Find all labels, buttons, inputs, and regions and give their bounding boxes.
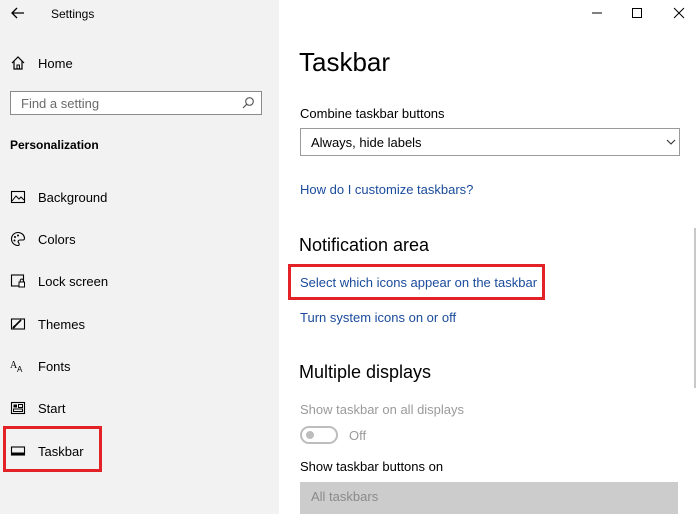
close-icon[interactable] bbox=[670, 4, 688, 22]
toggle-state-label: Off bbox=[349, 428, 367, 443]
svg-text:A: A bbox=[17, 365, 23, 374]
sidebar-item-lock-screen[interactable]: Lock screen bbox=[10, 270, 108, 292]
customize-taskbars-link[interactable]: How do I customize taskbars? bbox=[300, 182, 473, 197]
sidebar: Settings Home Find a setting Personaliza… bbox=[0, 0, 279, 514]
sidebar-item-label: Colors bbox=[38, 231, 76, 247]
app-title: Settings bbox=[51, 7, 95, 21]
search-placeholder: Find a setting bbox=[21, 96, 100, 111]
buttons-on-dropdown[interactable]: All taskbars bbox=[300, 482, 678, 514]
sidebar-item-label: Background bbox=[38, 189, 108, 205]
home-icon bbox=[11, 56, 25, 70]
toggle-knob bbox=[306, 431, 314, 439]
themes-icon bbox=[10, 318, 26, 330]
sidebar-item-label: Home bbox=[38, 55, 73, 71]
notification-area-heading: Notification area bbox=[299, 235, 430, 255]
sidebar-item-colors[interactable]: Colors bbox=[10, 228, 76, 250]
page-title: Taskbar bbox=[299, 47, 391, 77]
chevron-down-icon bbox=[666, 139, 676, 145]
back-arrow-icon[interactable] bbox=[10, 5, 26, 21]
search-input[interactable]: Find a setting bbox=[10, 91, 262, 115]
picture-icon bbox=[10, 190, 26, 204]
show-all-displays-toggle[interactable] bbox=[300, 426, 338, 444]
sidebar-item-background[interactable]: Background bbox=[10, 186, 107, 208]
maximize-icon[interactable] bbox=[628, 4, 646, 22]
sidebar-item-themes[interactable]: Themes bbox=[10, 313, 85, 335]
buttons-on-label: Show taskbar buttons on bbox=[300, 459, 444, 474]
combine-value: Always, hide labels bbox=[311, 135, 422, 150]
sidebar-item-start[interactable]: Start bbox=[10, 397, 65, 419]
combine-dropdown[interactable]: Always, hide labels bbox=[300, 128, 680, 156]
lock-screen-icon bbox=[10, 274, 25, 288]
show-all-displays-label: Show taskbar on all displays bbox=[300, 402, 465, 417]
minimize-icon[interactable] bbox=[588, 4, 606, 22]
combine-label: Combine taskbar buttons bbox=[300, 106, 445, 121]
section-label: Personalization bbox=[10, 138, 99, 152]
sidebar-item-label: Lock screen bbox=[38, 273, 109, 289]
sidebar-item-fonts[interactable]: A A Fonts bbox=[10, 355, 71, 377]
fonts-icon: A A bbox=[10, 360, 23, 374]
system-icons-link[interactable]: Turn system icons on or off bbox=[300, 310, 456, 325]
start-icon bbox=[10, 401, 26, 415]
buttons-on-value: All taskbars bbox=[311, 489, 379, 504]
sidebar-item-home[interactable]: Home bbox=[10, 52, 73, 74]
scrollbar[interactable] bbox=[694, 228, 696, 388]
sidebar-item-label: Fonts bbox=[38, 358, 71, 374]
palette-icon bbox=[10, 231, 26, 247]
sidebar-item-label: Themes bbox=[38, 316, 85, 332]
search-icon[interactable] bbox=[241, 96, 255, 110]
select-icons-highlight-box bbox=[288, 264, 545, 300]
taskbar-highlight-box bbox=[3, 426, 102, 472]
multiple-displays-heading: Multiple displays bbox=[299, 362, 432, 382]
sidebar-item-label: Start bbox=[38, 400, 66, 416]
